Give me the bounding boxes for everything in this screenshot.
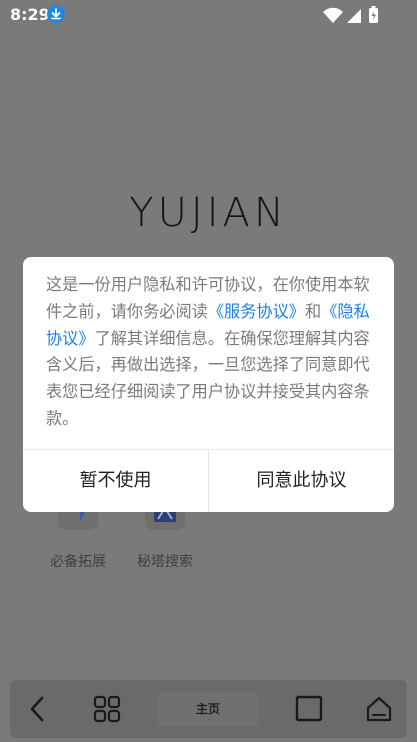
wifi-icon	[323, 7, 343, 23]
shortcut-label-extensions[interactable]: 必备拓展	[50, 551, 106, 571]
app-logo: YUJIAN	[129, 190, 288, 236]
agreement-text-and: 和	[305, 301, 322, 321]
status-time: 8:29	[10, 5, 50, 24]
home-icon[interactable]	[351, 680, 407, 738]
shortcut-label-search[interactable]: 秘塔搜索	[137, 551, 193, 571]
signal-icon	[347, 9, 361, 23]
decline-button[interactable]: 暂不使用	[23, 450, 208, 512]
download-icon	[47, 5, 65, 23]
agreement-text-body: 了解其详细信息。在确保您理解其内容含义后，再做出选择，一旦您选择了同意即代表您已…	[46, 328, 370, 428]
tabs-icon[interactable]	[281, 680, 337, 738]
service-agreement-link[interactable]: 《服务协议》	[208, 302, 305, 321]
bottom-nav: 主页	[10, 680, 407, 738]
status-bar: 8:29	[0, 0, 417, 30]
agreement-dialog: 这是一份用户隐私和许可协议，在你使用本软件之前，请你务必阅读《服务协议》和《隐私…	[23, 257, 394, 512]
back-icon[interactable]	[10, 680, 66, 738]
battery-icon	[369, 6, 378, 23]
status-icons	[321, 5, 391, 25]
home-tab[interactable]: 主页	[158, 692, 258, 726]
agreement-text: 这是一份用户隐私和许可协议，在你使用本软件之前，请你务必阅读《服务协议》和《隐私…	[46, 272, 374, 433]
agree-button[interactable]: 同意此协议	[209, 450, 394, 512]
grid-icon[interactable]	[80, 680, 136, 738]
